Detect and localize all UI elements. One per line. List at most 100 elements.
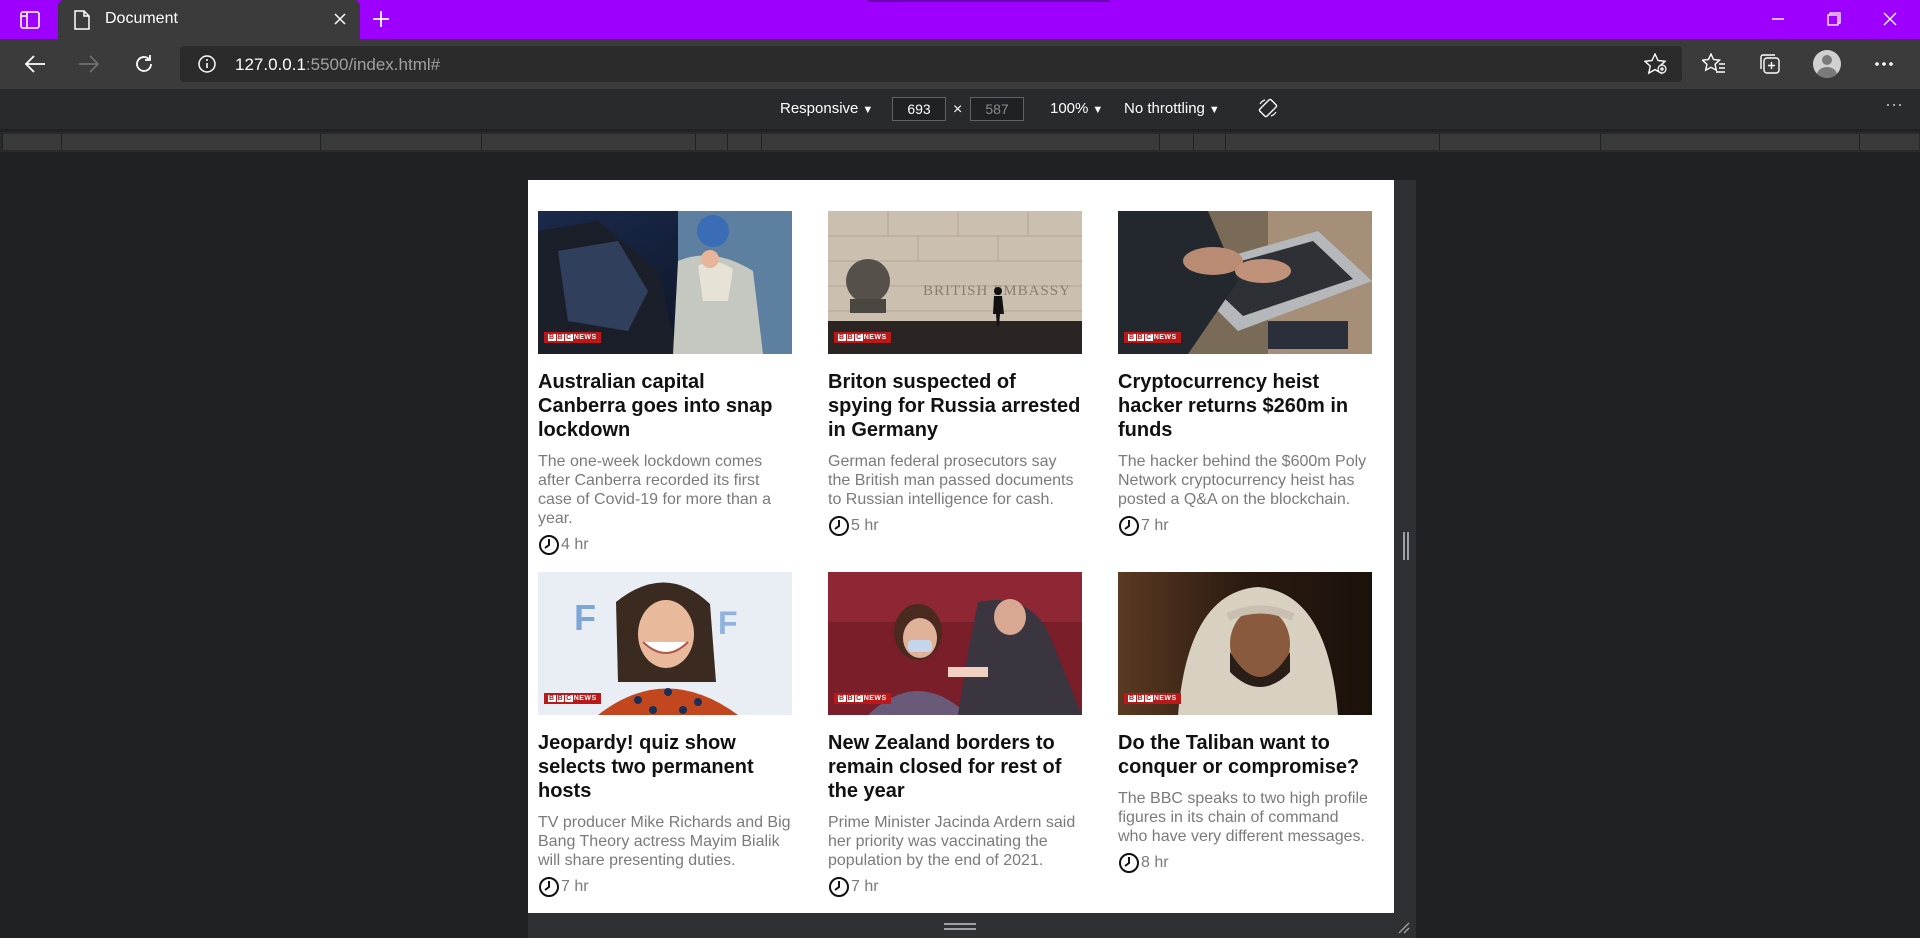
viewport-height-resize-handle[interactable]	[528, 913, 1416, 938]
news-card[interactable]: B B C NEWS New Zealand borders to remain cl…	[828, 572, 1082, 898]
media-query-bar	[0, 132, 1920, 152]
clock-icon	[539, 535, 559, 555]
article-time: 7 hr	[1141, 517, 1169, 534]
article-image[interactable]: B B C NEWS	[1118, 572, 1372, 715]
minimize-icon	[1772, 18, 1784, 20]
article-summary: Prime Minister Jacinda Ardern said her p…	[828, 814, 1076, 869]
clock-icon	[829, 516, 849, 536]
bbc-news-badge: B B C NEWS	[544, 332, 601, 343]
resize-grip-icon	[944, 923, 976, 930]
dropdown-arrow-icon: ▼	[1092, 104, 1104, 116]
article-time: 7 hr	[561, 878, 589, 895]
tab-document[interactable]: Document	[58, 0, 360, 39]
new-tab-button[interactable]	[370, 8, 392, 30]
article-time: 4 hr	[561, 536, 589, 553]
article-summary: The BBC speaks to two high profile figur…	[1118, 790, 1368, 845]
close-window-button[interactable]	[1870, 6, 1910, 32]
profile-button[interactable]	[1812, 49, 1842, 79]
clock-icon	[1119, 853, 1139, 873]
forward-button[interactable]	[74, 49, 104, 79]
article-image[interactable]: B B C NEWS	[1118, 211, 1372, 354]
article-summary: TV producer Mike Richards and Big Bang T…	[538, 814, 791, 869]
more-options-icon	[1875, 62, 1893, 66]
article-title[interactable]: Jeopardy! quiz show selects two permanen…	[538, 731, 792, 803]
minimize-button[interactable]	[1758, 6, 1798, 32]
back-arrow-icon	[24, 55, 45, 73]
device-toolbar: Responsive ▼ 693 × 587 100% ▼ No throttlin…	[0, 89, 1920, 129]
plus-icon	[373, 11, 389, 27]
article-image[interactable]: F F B B C NEWS	[538, 572, 792, 715]
refresh-button[interactable]	[129, 49, 159, 79]
article-time: 5 hr	[851, 517, 879, 534]
collections-button[interactable]	[1755, 49, 1785, 79]
article-image[interactable]: BRITISH EMBASSY B B C NEWS	[828, 211, 1082, 354]
bbc-news-badge: B B C NEWS	[1124, 332, 1181, 343]
restore-button[interactable]	[1814, 6, 1854, 32]
clock-icon	[829, 877, 849, 897]
article-meta: 7 hr	[538, 876, 792, 898]
article-summary: German federal prosecutors say the Briti…	[828, 453, 1074, 508]
article-title[interactable]: Australian capital Canberra goes into sn…	[538, 370, 792, 442]
svg-text:F: F	[574, 597, 596, 638]
article-image[interactable]: B B C NEWS	[828, 572, 1082, 715]
article-title[interactable]: Cryptocurrency heist hacker returns $260…	[1118, 370, 1372, 442]
add-favorite-icon[interactable]	[1643, 52, 1668, 80]
news-card[interactable]: F F B B C NEWS Jeopardy! quiz show selects …	[538, 572, 792, 898]
device-dropdown[interactable]: Responsive ▼	[780, 100, 873, 117]
svg-text:F: F	[718, 605, 738, 641]
news-card[interactable]: B B C NEWS Do the Taliban want to conquer o…	[1118, 572, 1372, 874]
throttling-dropdown[interactable]: No throttling ▼	[1124, 100, 1220, 117]
bbc-news-badge: B B C NEWS	[1124, 693, 1181, 704]
dropdown-arrow-icon: ▼	[1208, 104, 1220, 116]
article-meta: 4 hr	[538, 534, 792, 556]
article-summary: The hacker behind the $600m Poly Network…	[1118, 453, 1367, 508]
refresh-icon	[136, 55, 152, 72]
article-title[interactable]: Briton suspected of spying for Russia ar…	[828, 370, 1082, 442]
resize-grip-icon	[1403, 532, 1409, 560]
browser-toolbar: 127.0.0.1:5500/index.html#	[0, 39, 1920, 89]
settings-menu-button[interactable]	[1869, 49, 1899, 79]
avatar	[1813, 50, 1841, 78]
viewport-width-resize-handle[interactable]	[1394, 180, 1416, 913]
bbc-news-badge: B B C NEWS	[544, 693, 601, 704]
tab-actions-button[interactable]	[10, 6, 50, 34]
resize-corner-icon[interactable]	[1398, 922, 1410, 934]
page-viewport: B B C NEWS Australian capital Canberra goes…	[528, 180, 1394, 913]
news-card[interactable]: B B C NEWS Cryptocurrency heist hacker retu…	[1118, 211, 1372, 537]
clock-icon	[1119, 516, 1139, 536]
tab-actions-icon	[20, 11, 40, 29]
device-more-options-icon[interactable]: ⋯	[1885, 95, 1904, 116]
article-title[interactable]: New Zealand borders to remain closed for…	[828, 731, 1082, 803]
page-icon	[74, 10, 90, 35]
article-meta: 5 hr	[828, 515, 1082, 537]
article-summary: The one-week lockdown comes after Canber…	[538, 453, 772, 527]
rotate-button[interactable]	[1258, 98, 1278, 122]
dropdown-arrow-icon: ▼	[862, 104, 874, 116]
article-image[interactable]: B B C NEWS	[538, 211, 792, 354]
restore-icon	[1827, 12, 1841, 26]
news-card[interactable]: BRITISH EMBASSY B B C NEWS Briton suspected…	[828, 211, 1082, 537]
height-input[interactable]: 587	[970, 97, 1024, 121]
back-button[interactable]	[20, 49, 50, 79]
tab-strip: Document	[0, 0, 1920, 39]
article-time: 8 hr	[1141, 854, 1169, 871]
article-meta: 7 hr	[1118, 515, 1372, 537]
news-card[interactable]: B B C NEWS Australian capital Canberra goes…	[538, 211, 792, 556]
article-meta: 7 hr	[828, 876, 1082, 898]
tab-title: Document	[105, 10, 178, 27]
url-text: 127.0.0.1:5500/index.html#	[235, 55, 441, 74]
article-title[interactable]: Do the Taliban want to conquer or compro…	[1118, 731, 1372, 779]
collections-icon	[1760, 54, 1780, 74]
favorites-button[interactable]	[1699, 49, 1729, 79]
info-icon[interactable]	[198, 55, 216, 78]
bbc-news-badge: B B C NEWS	[834, 693, 891, 704]
address-bar[interactable]: 127.0.0.1:5500/index.html#	[180, 46, 1682, 82]
forward-arrow-icon	[79, 55, 100, 73]
clock-icon	[539, 877, 559, 897]
width-input[interactable]: 693	[892, 97, 946, 121]
close-icon	[1883, 12, 1897, 26]
zoom-dropdown[interactable]: 100% ▼	[1050, 100, 1103, 117]
close-tab-icon[interactable]	[330, 9, 350, 29]
rotate-icon	[1258, 98, 1278, 118]
dimension-separator: ×	[953, 101, 963, 118]
